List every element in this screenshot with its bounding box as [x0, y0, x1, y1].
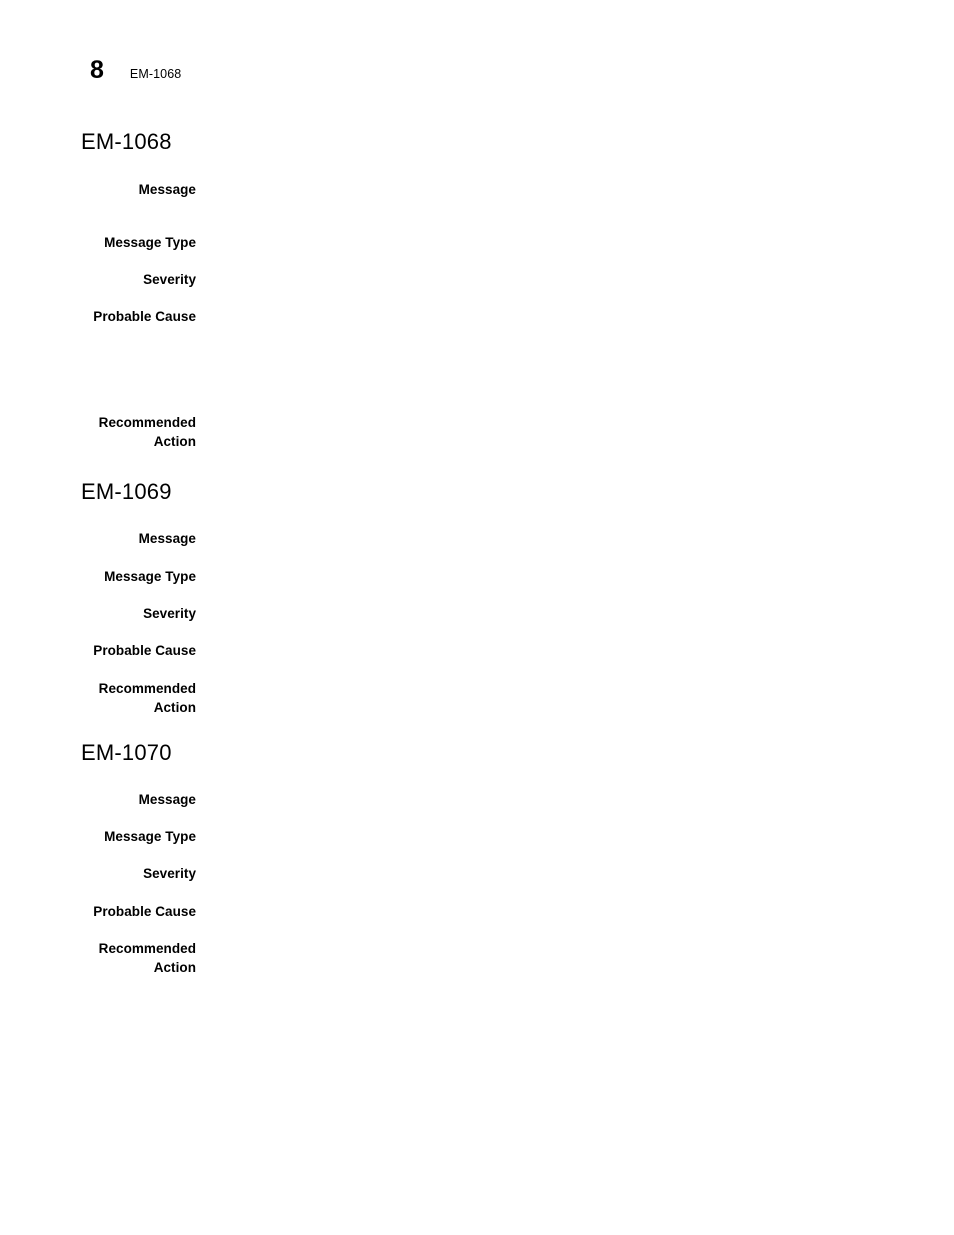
field-row: Message Type	[0, 828, 196, 847]
field-label: Severity	[143, 866, 196, 881]
running-header: 8 EM-1068	[90, 58, 181, 83]
field-label: Probable Cause	[93, 309, 196, 324]
field-row: Recommended Action	[0, 940, 196, 977]
field-row: Severity	[0, 271, 196, 290]
field-row: Probable Cause	[0, 903, 196, 922]
field-label: Message Type	[104, 569, 196, 584]
field-label: Message Type	[104, 235, 196, 250]
field-row: Probable Cause	[0, 642, 196, 661]
document-page: 8 EM-1068 EM-1068 Message Message Type Seve…	[0, 0, 954, 1235]
field-row: Message	[0, 791, 196, 810]
field-label: Message	[138, 792, 196, 807]
field-row: Message	[0, 530, 196, 549]
page-number: 8	[90, 56, 104, 84]
field-label: Message	[138, 531, 196, 546]
running-header-title: EM-1068	[129, 67, 182, 81]
field-label: Recommended Action	[98, 941, 196, 975]
field-label: Message	[138, 182, 196, 197]
field-label: Recommended Action	[98, 681, 196, 715]
field-label: Message Type	[104, 829, 196, 844]
field-label: Probable Cause	[93, 904, 196, 919]
field-label: Recommended Action	[98, 415, 196, 449]
field-row: Probable Cause	[0, 308, 196, 327]
field-row: Recommended Action	[0, 680, 196, 717]
section-heading: EM-1068	[81, 129, 172, 154]
field-label: Severity	[143, 272, 196, 287]
section-heading: EM-1069	[81, 479, 172, 504]
field-row: Message Type	[0, 234, 196, 253]
section-heading: EM-1070	[81, 740, 172, 765]
field-row: Message Type	[0, 568, 196, 587]
field-row: Severity	[0, 865, 196, 884]
field-label: Probable Cause	[93, 643, 196, 658]
field-label: Severity	[143, 606, 196, 621]
field-row: Recommended Action	[0, 414, 196, 451]
field-row: Severity	[0, 605, 196, 624]
field-row: Message	[0, 181, 196, 200]
